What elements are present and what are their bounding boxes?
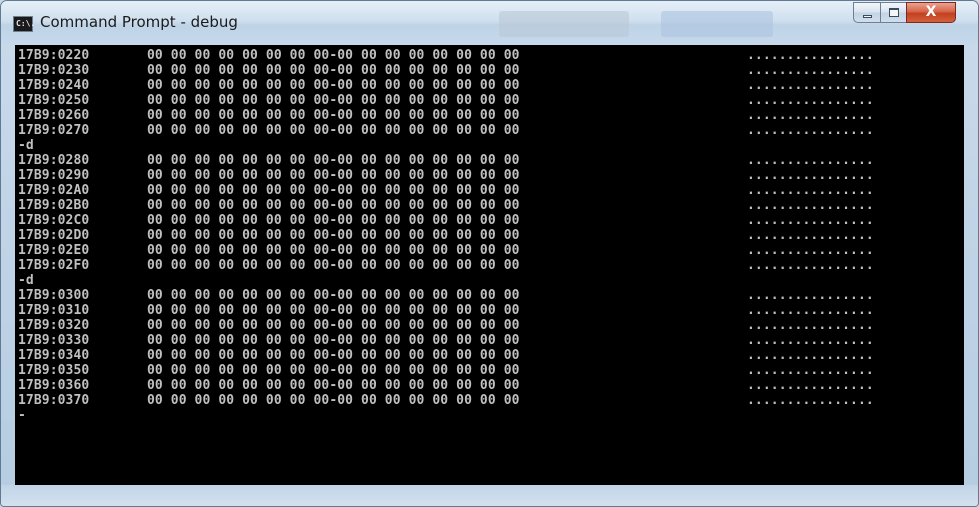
command-prompt-line: -d — [18, 273, 34, 288]
ascii-dump: ................ — [747, 213, 874, 228]
window-frame-left — [1, 45, 15, 485]
ascii-dump: ................ — [747, 393, 874, 408]
ascii-dump: ................ — [747, 378, 874, 393]
console-output[interactable]: 17B9:0220 00 00 00 00 00 00 00 00-00 00 0… — [15, 45, 964, 485]
ascii-dump: ................ — [747, 228, 874, 243]
hex-bytes: 00 00 00 00 00 00 00 00-00 00 00 00 00 0… — [147, 123, 520, 138]
command-prompt-line: -d — [18, 138, 34, 153]
hex-bytes: 00 00 00 00 00 00 00 00-00 00 00 00 00 0… — [147, 78, 520, 93]
window-title: Command Prompt - debug — [40, 13, 238, 31]
memory-address: 17B9:02B0 — [18, 198, 90, 213]
memory-address: 17B9:0340 — [18, 348, 90, 363]
memory-address: 17B9:0290 — [18, 168, 90, 183]
memory-address: 17B9:0350 — [18, 363, 90, 378]
hex-bytes: 00 00 00 00 00 00 00 00-00 00 00 00 00 0… — [147, 93, 520, 108]
ascii-dump: ................ — [747, 243, 874, 258]
memory-address: 17B9:0310 — [18, 303, 90, 318]
hex-bytes: 00 00 00 00 00 00 00 00-00 00 00 00 00 0… — [147, 48, 520, 63]
hex-bytes: 00 00 00 00 00 00 00 00-00 00 00 00 00 0… — [147, 258, 520, 273]
ascii-dump: ................ — [747, 318, 874, 333]
memory-address: 17B9:02F0 — [18, 258, 90, 273]
window-frame-right — [964, 45, 978, 485]
ascii-dump: ................ — [747, 363, 874, 378]
ascii-dump: ................ — [747, 258, 874, 273]
ascii-dump: ................ — [747, 63, 874, 78]
maximize-icon — [889, 8, 899, 17]
hex-bytes: 00 00 00 00 00 00 00 00-00 00 00 00 00 0… — [147, 168, 520, 183]
memory-address: 17B9:0300 — [18, 288, 90, 303]
memory-address: 17B9:0280 — [18, 153, 90, 168]
memory-address: 17B9:0260 — [18, 108, 90, 123]
hex-bytes: 00 00 00 00 00 00 00 00-00 00 00 00 00 0… — [147, 288, 520, 303]
memory-address: 17B9:0230 — [18, 63, 90, 78]
ascii-dump: ................ — [747, 78, 874, 93]
hex-bytes: 00 00 00 00 00 00 00 00-00 00 00 00 00 0… — [147, 348, 520, 363]
hex-bytes: 00 00 00 00 00 00 00 00-00 00 00 00 00 0… — [147, 378, 520, 393]
ascii-dump: ................ — [747, 348, 874, 363]
memory-address: 17B9:02D0 — [18, 228, 90, 243]
memory-address: 17B9:0250 — [18, 93, 90, 108]
ascii-dump: ................ — [747, 123, 874, 138]
hex-bytes: 00 00 00 00 00 00 00 00-00 00 00 00 00 0… — [147, 108, 520, 123]
ascii-dump: ................ — [747, 168, 874, 183]
memory-address: 17B9:0320 — [18, 318, 90, 333]
memory-address: 17B9:0220 — [18, 48, 90, 63]
ascii-dump: ................ — [747, 48, 874, 63]
command-text: - — [18, 408, 26, 423]
memory-address: 17B9:0370 — [18, 393, 90, 408]
memory-address: 17B9:0240 — [18, 78, 90, 93]
ascii-dump: ................ — [747, 183, 874, 198]
background-blur — [661, 11, 773, 37]
memory-address: 17B9:02A0 — [18, 183, 90, 198]
ascii-dump: ................ — [747, 288, 874, 303]
ascii-dump: ................ — [747, 303, 874, 318]
command-prompt-window: C:\. Command Prompt - debug X 17B9:0220 0… — [0, 0, 979, 507]
ascii-dump: ................ — [747, 93, 874, 108]
hex-bytes: 00 00 00 00 00 00 00 00-00 00 00 00 00 0… — [147, 153, 520, 168]
memory-address: 17B9:0360 — [18, 378, 90, 393]
command-prompt-icon: C:\. — [13, 16, 35, 32]
minimize-icon — [863, 15, 872, 18]
ascii-dump: ................ — [747, 153, 874, 168]
hex-bytes: 00 00 00 00 00 00 00 00-00 00 00 00 00 0… — [147, 228, 520, 243]
hex-bytes: 00 00 00 00 00 00 00 00-00 00 00 00 00 0… — [147, 198, 520, 213]
command-prompt-line: - — [18, 408, 26, 423]
hex-bytes: 00 00 00 00 00 00 00 00-00 00 00 00 00 0… — [147, 303, 520, 318]
command-text: -d — [18, 273, 34, 288]
ascii-dump: ................ — [747, 333, 874, 348]
close-button[interactable]: X — [906, 2, 956, 23]
hex-bytes: 00 00 00 00 00 00 00 00-00 00 00 00 00 0… — [147, 393, 520, 408]
window-frame-bottom — [1, 485, 978, 506]
hex-bytes: 00 00 00 00 00 00 00 00-00 00 00 00 00 0… — [147, 243, 520, 258]
maximize-button[interactable] — [880, 2, 907, 23]
hex-bytes: 00 00 00 00 00 00 00 00-00 00 00 00 00 0… — [147, 63, 520, 78]
memory-address: 17B9:02E0 — [18, 243, 90, 258]
title-bar[interactable]: C:\. Command Prompt - debug X — [1, 1, 978, 45]
minimize-button[interactable] — [853, 2, 881, 23]
hex-bytes: 00 00 00 00 00 00 00 00-00 00 00 00 00 0… — [147, 363, 520, 378]
ascii-dump: ................ — [747, 108, 874, 123]
command-text: -d — [18, 138, 34, 153]
close-icon: X — [925, 4, 937, 20]
memory-address: 17B9:02C0 — [18, 213, 90, 228]
memory-address: 17B9:0270 — [18, 123, 90, 138]
memory-address: 17B9:0330 — [18, 333, 90, 348]
hex-bytes: 00 00 00 00 00 00 00 00-00 00 00 00 00 0… — [147, 213, 520, 228]
hex-bytes: 00 00 00 00 00 00 00 00-00 00 00 00 00 0… — [147, 318, 520, 333]
hex-bytes: 00 00 00 00 00 00 00 00-00 00 00 00 00 0… — [147, 183, 520, 198]
background-blur — [499, 11, 629, 37]
hex-bytes: 00 00 00 00 00 00 00 00-00 00 00 00 00 0… — [147, 333, 520, 348]
ascii-dump: ................ — [747, 198, 874, 213]
